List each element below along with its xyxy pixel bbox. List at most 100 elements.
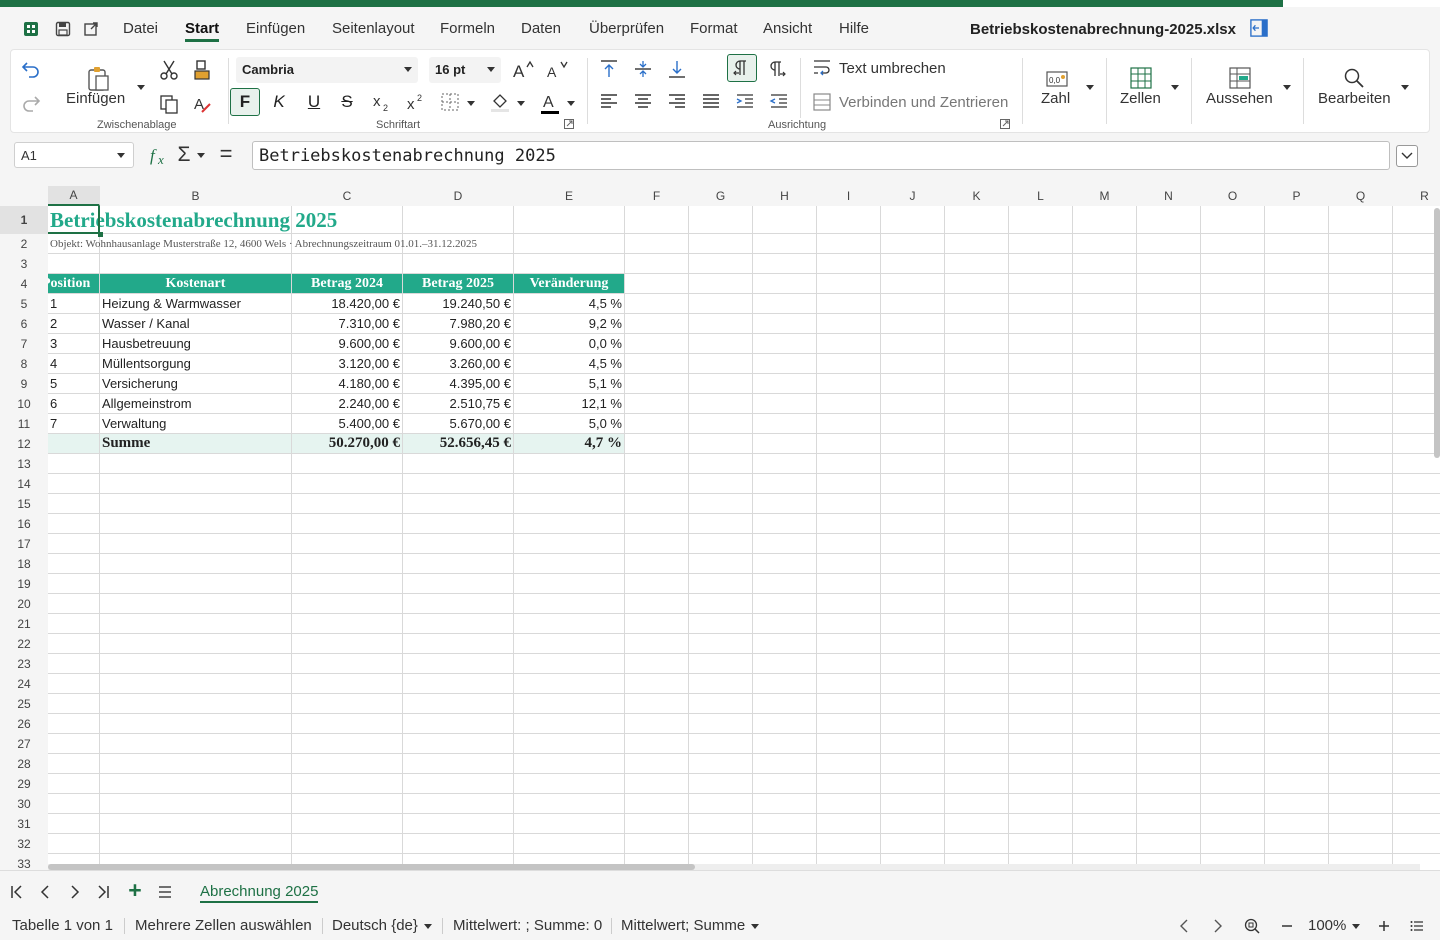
- menu-datei[interactable]: Datei: [123, 20, 158, 37]
- column-header-g[interactable]: G: [689, 186, 753, 206]
- strikethrough-button[interactable]: S: [333, 88, 361, 116]
- row-header-32[interactable]: 32: [0, 834, 48, 854]
- zoom-dropdown-caret[interactable]: [1352, 924, 1360, 929]
- cell-betrag-2024[interactable]: 18.420,00 €: [292, 294, 402, 313]
- merge-center-button[interactable]: Verbinden und Zentrieren: [839, 94, 1008, 111]
- search-icon[interactable]: [1342, 66, 1366, 90]
- row-header-19[interactable]: 19: [0, 574, 48, 594]
- cell-betrag-2024[interactable]: 9.600,00 €: [292, 334, 402, 353]
- edit-button[interactable]: Bearbeiten: [1318, 90, 1391, 107]
- text-direction-rtl-icon[interactable]: [763, 56, 791, 82]
- paste-icon[interactable]: [85, 66, 111, 92]
- borders-icon[interactable]: [438, 90, 462, 114]
- chevron-right-icon[interactable]: [1210, 918, 1226, 934]
- cell-position[interactable]: 5: [48, 374, 99, 393]
- cell-veraenderung[interactable]: 12,1 %: [514, 394, 624, 413]
- zoom-out-icon[interactable]: [1279, 918, 1295, 934]
- column-header-e[interactable]: E: [514, 186, 625, 206]
- fill-color-icon[interactable]: [487, 90, 513, 114]
- underline-button[interactable]: U: [300, 88, 328, 116]
- sidebar-toggle-icon[interactable]: [1250, 19, 1268, 37]
- align-top-icon[interactable]: [597, 58, 621, 80]
- copy-icon[interactable]: [157, 92, 181, 116]
- row-header-24[interactable]: 24: [0, 674, 48, 694]
- language-dropdown-caret[interactable]: [424, 924, 432, 929]
- cell-kostenart[interactable]: Verwaltung: [100, 414, 291, 433]
- cells-button[interactable]: Zellen: [1120, 90, 1161, 107]
- column-header-h[interactable]: H: [753, 186, 817, 206]
- clear-format-icon[interactable]: A: [190, 92, 214, 116]
- cell-betrag-2024[interactable]: 7.310,00 €: [292, 314, 402, 333]
- italic-button[interactable]: K: [265, 88, 293, 116]
- menu-daten[interactable]: Daten: [521, 20, 561, 37]
- number-format-button[interactable]: Zahl: [1041, 90, 1070, 107]
- previous-sheet-icon[interactable]: [36, 883, 54, 901]
- menu-format[interactable]: Format: [690, 20, 738, 37]
- redo-icon[interactable]: [19, 92, 43, 114]
- row-header-5[interactable]: 5: [0, 294, 48, 314]
- cell-betrag-2025[interactable]: 7.980,20 €: [403, 314, 513, 333]
- row-header-1[interactable]: 1: [0, 206, 48, 234]
- header-position[interactable]: Position: [48, 274, 99, 293]
- column-header-q[interactable]: Q: [1329, 186, 1393, 206]
- font-color-dropdown-caret[interactable]: [567, 101, 575, 106]
- row-header-31[interactable]: 31: [0, 814, 48, 834]
- column-header-m[interactable]: M: [1073, 186, 1137, 206]
- text-direction-ltr-icon[interactable]: [727, 54, 757, 82]
- row-header-4[interactable]: 4: [0, 274, 48, 294]
- cell-position[interactable]: 4: [48, 354, 99, 373]
- column-header-c[interactable]: C: [292, 186, 403, 206]
- header-veraenderung[interactable]: Veränderung: [514, 274, 624, 293]
- sheet-list-icon[interactable]: [156, 883, 174, 901]
- cell-position[interactable]: 6: [48, 394, 99, 413]
- cell-veraenderung[interactable]: 4,5 %: [514, 294, 624, 313]
- column-header-n[interactable]: N: [1137, 186, 1201, 206]
- justify-icon[interactable]: [699, 90, 723, 114]
- column-header-d[interactable]: D: [403, 186, 514, 206]
- wrap-text-button[interactable]: Text umbrechen: [839, 60, 946, 77]
- vertical-scrollbar[interactable]: [1434, 208, 1440, 458]
- row-header-10[interactable]: 10: [0, 394, 48, 414]
- font-dialog-launcher-icon[interactable]: [563, 118, 575, 130]
- column-header-j[interactable]: J: [881, 186, 945, 206]
- increase-indent-icon[interactable]: [733, 90, 757, 114]
- cell-betrag-2024[interactable]: 5.400,00 €: [292, 414, 402, 433]
- last-sheet-icon[interactable]: [94, 883, 112, 901]
- sum-label[interactable]: Summe: [100, 434, 291, 453]
- align-right-icon[interactable]: [665, 90, 689, 114]
- menu-ansicht[interactable]: Ansicht: [763, 20, 812, 37]
- row-header-25[interactable]: 25: [0, 694, 48, 714]
- column-header-a[interactable]: A: [48, 186, 100, 206]
- column-header-b[interactable]: B: [100, 186, 292, 206]
- zoom-fit-icon[interactable]: [1243, 917, 1261, 935]
- zoom-in-icon[interactable]: [1376, 918, 1392, 934]
- column-header-k[interactable]: K: [945, 186, 1009, 206]
- cell-position[interactable]: 1: [48, 294, 99, 313]
- language-status[interactable]: Deutsch {de}: [332, 917, 418, 934]
- paste-dropdown-caret[interactable]: [137, 85, 145, 90]
- column-header-i[interactable]: I: [817, 186, 881, 206]
- row-header-22[interactable]: 22: [0, 634, 48, 654]
- styles-button[interactable]: Aussehen: [1206, 90, 1273, 107]
- sum-row-blank[interactable]: [48, 434, 99, 453]
- cell-veraenderung[interactable]: 5,0 %: [514, 414, 624, 433]
- cell-kostenart[interactable]: Hausbetreuung: [100, 334, 291, 353]
- cell-area[interactable]: Betriebskostenabrechnung 2025 Objekt: Wo…: [48, 206, 1440, 870]
- save-icon[interactable]: [54, 20, 72, 38]
- decrease-font-icon[interactable]: A: [545, 58, 569, 80]
- menu-seitenlayout[interactable]: Seitenlayout: [332, 20, 415, 37]
- fill-handle[interactable]: [98, 232, 103, 237]
- row-header-12[interactable]: 12: [0, 434, 48, 454]
- cell-betrag-2025[interactable]: 3.260,00 €: [403, 354, 513, 373]
- edit-dropdown-caret[interactable]: [1401, 85, 1409, 90]
- row-header-33[interactable]: 33: [0, 854, 48, 870]
- align-center-icon[interactable]: [631, 90, 655, 114]
- merge-center-icon[interactable]: [811, 91, 833, 113]
- header-betrag-2025[interactable]: Betrag 2025: [403, 274, 513, 293]
- bold-button[interactable]: F: [230, 88, 260, 116]
- row-header-7[interactable]: 7: [0, 334, 48, 354]
- paste-button[interactable]: Einfügen: [66, 90, 125, 107]
- column-header-l[interactable]: L: [1009, 186, 1073, 206]
- title-cell[interactable]: Betriebskostenabrechnung 2025: [48, 206, 648, 234]
- subscript-icon[interactable]: x2: [368, 88, 396, 116]
